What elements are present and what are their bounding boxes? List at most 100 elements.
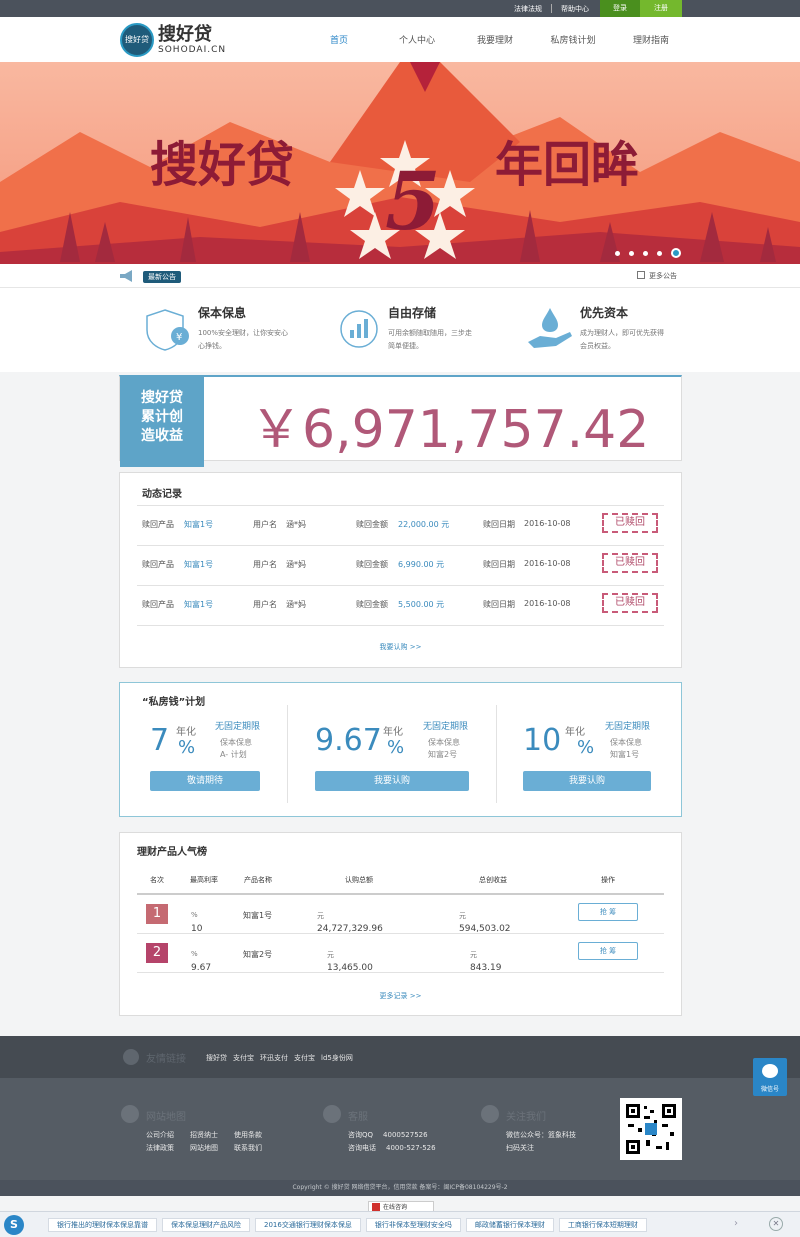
- col-header: 名次: [150, 876, 164, 884]
- friend-link[interactable]: 支付宝: [294, 1053, 315, 1063]
- record-product[interactable]: 知富1号: [184, 519, 213, 530]
- login-button[interactable]: 登录: [600, 0, 640, 17]
- redeemed-stamp: 已赎回: [602, 513, 658, 533]
- records-title: 动态记录: [142, 489, 182, 500]
- top-bar: 法律法规 帮助中心 登录 注册: [0, 0, 800, 17]
- label: 赎回金额: [356, 560, 388, 569]
- suggestion-list: 银行推出的理财保本保息靠谱 保本保息理财产品风险 2016交通银行理财保本保息 …: [48, 1218, 647, 1232]
- banner-title-left: 搜好贷: [150, 137, 295, 193]
- more-notices-label: 更多公告: [649, 272, 677, 280]
- total-amount: ￥6,971,757.42: [250, 400, 650, 460]
- unit: 元: [327, 951, 334, 959]
- plan-button[interactable]: 我要认购: [315, 771, 469, 791]
- col-header: 总创收益: [479, 876, 507, 884]
- carousel-dot[interactable]: [643, 250, 648, 256]
- rank-panel: 理财产品人气榜 名次 最高利率 产品名称 认购总额 总创收益 操作 1 10 %…: [119, 832, 682, 1016]
- feature-desc: 100%安全理财，让你安安心心挣钱。: [198, 329, 289, 350]
- site-logo[interactable]: 搜好贷 搜好贷 SOHODAI.CN: [120, 23, 226, 57]
- header: 搜好贷 搜好贷 SOHODAI.CN 首页 个人中心 我要理财 私房钱计划 理财…: [0, 17, 800, 62]
- plan-button[interactable]: 我要认购: [523, 771, 651, 791]
- suggestion-item[interactable]: 保本保息理财产品风险: [162, 1218, 250, 1232]
- more-records-link[interactable]: 更多记录 >>: [120, 991, 681, 1001]
- chart-circle-icon: [340, 310, 378, 348]
- plan-button[interactable]: 敬请期待: [150, 771, 260, 791]
- wechat-float-button[interactable]: 微信号: [753, 1058, 787, 1096]
- carousel-dot[interactable]: [629, 250, 634, 256]
- footer-label: 咨询电话: [348, 1144, 376, 1152]
- record-date: 2016-10-08: [524, 519, 571, 528]
- grab-button[interactable]: 抢 筹: [578, 903, 638, 921]
- plan-sub2: 知富1号: [610, 750, 640, 759]
- label: 用户名: [253, 520, 277, 529]
- record-amount: 22,000.00 元: [398, 520, 450, 529]
- table-row: 1 10 % 知富1号 24,727,329.96 元 594,503.02 元…: [137, 896, 664, 934]
- footer-link[interactable]: 招贤纳士: [190, 1131, 218, 1139]
- feature-title: 优先资本: [580, 306, 629, 320]
- nav-invest[interactable]: 我要理财: [456, 33, 534, 46]
- nav-guide[interactable]: 理财指南: [612, 33, 690, 46]
- carousel-dot[interactable]: [615, 250, 620, 256]
- friend-links: 搜好贷 支付宝 环迅支付 支付宝 ld5身份网: [206, 1053, 353, 1063]
- footer-sitemap: 网站地图 公司介绍 招贤纳士 使用条款 法律政策 网站地图 联系我们: [146, 1108, 262, 1155]
- more-notices-link[interactable]: 更多公告: [637, 271, 677, 281]
- close-icon[interactable]: ✕: [769, 1217, 783, 1231]
- carousel-dot-active[interactable]: [671, 248, 681, 258]
- unit: 元: [470, 951, 477, 959]
- plan-annual-label: 年化: [383, 727, 403, 738]
- carousel-dot[interactable]: [657, 250, 662, 256]
- search-engine-logo-icon[interactable]: S: [4, 1215, 24, 1235]
- friend-link[interactable]: 环迅支付: [260, 1053, 288, 1063]
- next-arrow-icon[interactable]: ›: [734, 1218, 738, 1229]
- label: 赎回日期: [483, 600, 515, 609]
- footer-link[interactable]: 使用条款: [234, 1131, 262, 1139]
- plan-rate: 10: [523, 723, 562, 758]
- top-links: 法律法规 帮助中心: [511, 4, 592, 14]
- footer-heading: 网站地图: [146, 1112, 186, 1123]
- suggestion-item[interactable]: 银行非保本型理财安全吗: [365, 1218, 461, 1232]
- suggestion-item[interactable]: 邮政储蓄银行保本理财: [465, 1218, 554, 1232]
- redeemed-stamp: 已赎回: [602, 593, 658, 613]
- friend-link[interactable]: ld5身份网: [321, 1053, 353, 1063]
- record-user: 涵*妈: [286, 560, 306, 569]
- carousel-dots: [615, 248, 681, 258]
- follow-icon: [481, 1105, 499, 1123]
- record-user: 涵*妈: [286, 600, 306, 609]
- nav-plan[interactable]: 私房钱计划: [534, 33, 612, 46]
- suggestion-item[interactable]: 工商银行保本短期理财: [558, 1218, 647, 1232]
- scan-follow: 扫码关注: [506, 1144, 534, 1152]
- suggestion-item[interactable]: 银行推出的理财保本保息靠谱: [48, 1218, 157, 1232]
- feature-priority: 优先资本 成为理财人，即可优先获得会员权益。: [580, 304, 670, 353]
- divider: [137, 933, 664, 934]
- phone-number: 4000-527-526: [386, 1144, 436, 1152]
- record-product[interactable]: 知富1号: [184, 599, 213, 610]
- qr-code-icon: [624, 1102, 678, 1156]
- search-suggestion-bar: S 银行推出的理财保本保息靠谱 保本保息理财产品风险 2016交通银行理财保本保…: [0, 1211, 800, 1237]
- notice-bar: 最新公告 更多公告: [0, 264, 800, 288]
- nav-personal[interactable]: 个人中心: [378, 33, 456, 46]
- footer-link[interactable]: 联系我们: [234, 1144, 262, 1152]
- nav-home[interactable]: 首页: [300, 33, 378, 46]
- footer-link[interactable]: 法律政策: [146, 1144, 174, 1152]
- plan-term: 无固定期限: [215, 722, 261, 732]
- hero-banner[interactable]: 搜好贷 5 年回眸: [0, 62, 800, 264]
- plan-panel: “私房钱”计划 7 % 年化 无固定期限 保本保息 A- 计划 敬请期待 9.6…: [119, 682, 682, 817]
- subscribe-more-link[interactable]: 我要认购 >>: [120, 642, 681, 652]
- label: 赎回金额: [356, 520, 388, 529]
- legal-link[interactable]: 法律法规: [511, 4, 545, 14]
- qq-number: 4000527526: [383, 1131, 428, 1139]
- friend-link[interactable]: 支付宝: [233, 1053, 254, 1063]
- record-date: 2016-10-08: [524, 599, 571, 608]
- footer-link[interactable]: 公司介绍: [146, 1131, 174, 1139]
- register-button[interactable]: 注册: [640, 0, 682, 17]
- footer-link[interactable]: 网站地图: [190, 1144, 218, 1152]
- feature-free: 自由存储 可用余额随取随用，三步走简单便捷。: [388, 304, 478, 353]
- rank-number: 1: [146, 904, 168, 924]
- help-link[interactable]: 帮助中心: [558, 4, 592, 14]
- suggestion-item[interactable]: 2016交通银行理财保本保息: [255, 1218, 361, 1232]
- friend-link[interactable]: 搜好贷: [206, 1053, 227, 1063]
- grab-button[interactable]: 抢 筹: [578, 942, 638, 960]
- plan-annual-label: 年化: [176, 727, 196, 738]
- svg-text:¥: ¥: [176, 332, 182, 343]
- record-product[interactable]: 知富1号: [184, 559, 213, 570]
- divider: [137, 545, 664, 546]
